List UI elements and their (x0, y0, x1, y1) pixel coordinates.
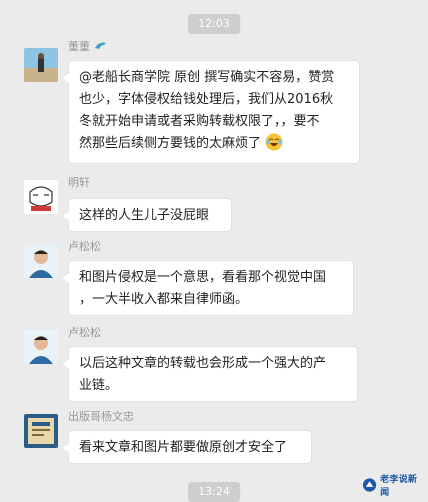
message-bubble[interactable]: 和图片侵权是一个意思，看看那个视觉中国 ，一大半收入都来自律师函。 (63, 260, 354, 316)
message-text: @老船长商学院 原创 撰写确实不容易，赞赏 也少，字体侵权给钱处理后，我们从20… (79, 70, 335, 151)
watermark-text: 老李说新闻 (380, 475, 418, 498)
message-text: 看来文章和图片都要做原创才安全了 (79, 440, 288, 455)
sender-name: 卢松松 (68, 240, 101, 253)
avatar[interactable] (24, 48, 58, 82)
message-bubble[interactable]: 看来文章和图片都要做原创才安全了 (63, 430, 312, 464)
avatar[interactable] (24, 244, 58, 278)
avatar[interactable] (24, 180, 58, 214)
sender-name: 出版哥杨文忠 (68, 410, 134, 423)
timestamp-chip: 13:24 (188, 482, 240, 502)
watermark-icon (362, 478, 377, 492)
message-bubble[interactable]: 这样的人生儿子没屁眼 (63, 198, 232, 232)
timestamp-chip: 12:03 (188, 14, 240, 34)
message-text: 以后这种文章的转载也会形成一个强大的产 业链。 (79, 356, 327, 393)
watermark-logo: 老李说新闻 (362, 474, 424, 498)
laughing-crying-emoji (265, 133, 283, 151)
message-text: 这样的人生儿子没屁眼 (79, 208, 210, 223)
dolphin-icon (94, 40, 108, 56)
message-bubble[interactable]: 以后这种文章的转载也会形成一个强大的产 业链。 (63, 346, 358, 402)
message-text: 和图片侵权是一个意思，看看那个视觉中国 ，一大半收入都来自律师函。 (79, 270, 327, 307)
sender-name: 明轩 (68, 176, 90, 189)
message-bubble[interactable]: @老船长商学院 原创 撰写确实不容易，赞赏 也少，字体侵权给钱处理后，我们从20… (63, 60, 360, 164)
avatar[interactable] (24, 414, 58, 448)
sender-name: 卢松松 (68, 326, 101, 339)
sender-name: 董董 (68, 40, 108, 56)
avatar[interactable] (24, 330, 58, 364)
